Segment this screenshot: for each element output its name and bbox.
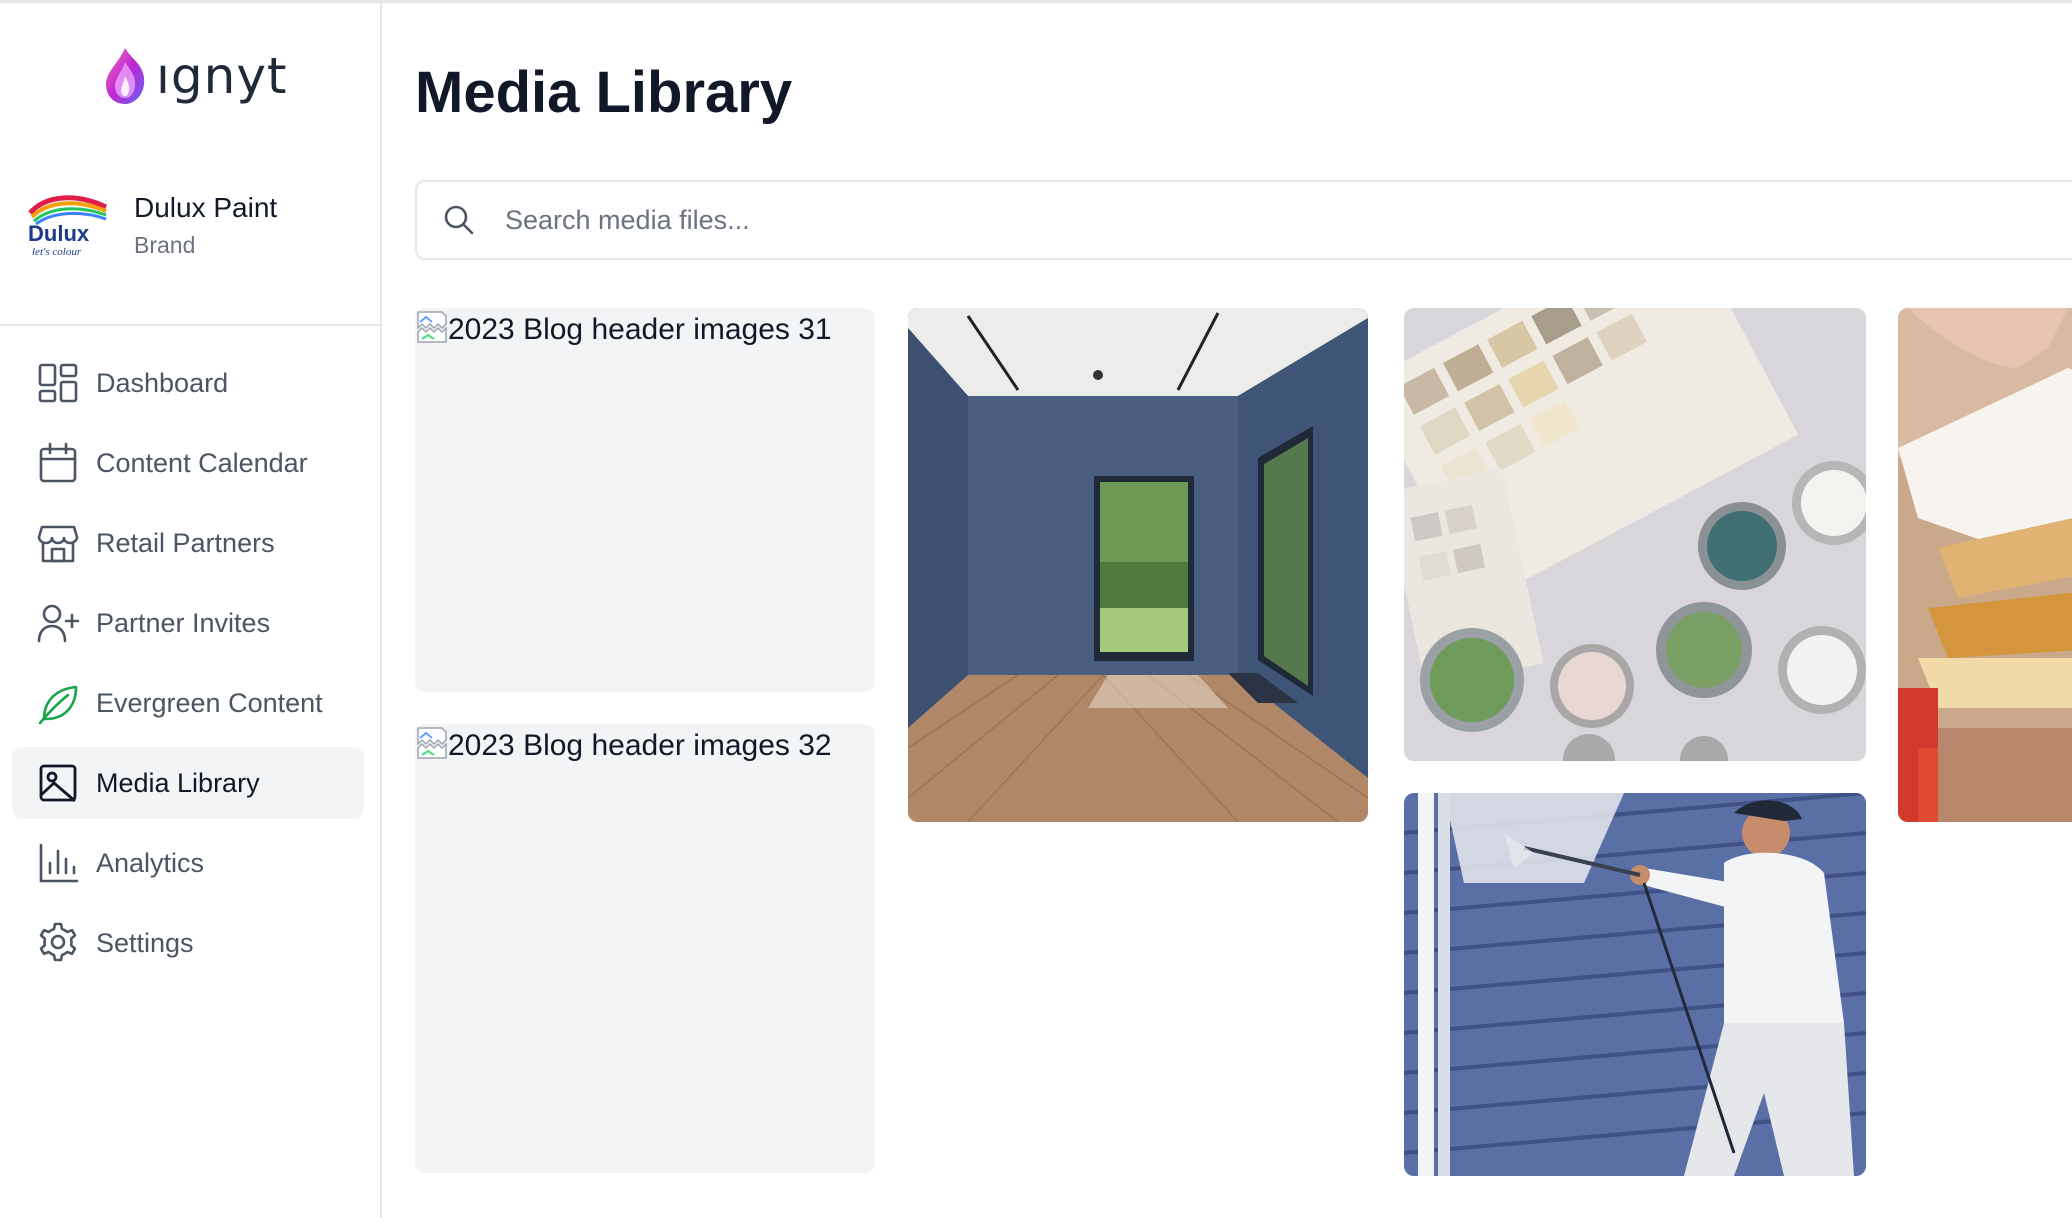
app-logo-text: ıgnyt (156, 47, 288, 105)
sidebar-item-label: Media Library (96, 767, 260, 798)
painter-photo (1404, 793, 1866, 1176)
sidebar-item-label: Settings (96, 927, 194, 958)
sidebar-item-content-calendar[interactable]: Content Calendar (12, 427, 364, 499)
svg-text:Dulux: Dulux (28, 221, 90, 246)
image-icon (36, 761, 80, 805)
sidebar-item-media-library[interactable]: Media Library (12, 747, 364, 819)
media-item[interactable] (1404, 308, 1866, 761)
calendar-icon (36, 441, 80, 485)
image-alt-text: 2023 Blog header images 32 (448, 729, 832, 762)
media-item[interactable]: 2023 Blog header images 32 (415, 724, 875, 1173)
dulux-logo-icon: Dulux let's colour (28, 195, 108, 258)
search-bar[interactable] (415, 180, 2072, 260)
sidebar-item-partner-invites[interactable]: Partner Invites (12, 587, 364, 659)
leaf-icon (36, 681, 80, 725)
search-icon (444, 205, 474, 235)
paint-swatches-photo (1404, 308, 1866, 761)
media-item[interactable] (908, 308, 1368, 822)
dashboard-icon (36, 361, 80, 405)
page-title: Media Library (415, 60, 793, 125)
main-content: Media Library 2023 Blog header images 31… (383, 3, 2072, 1218)
sidebar-item-label: Analytics (96, 847, 205, 878)
image-alt-text: 2023 Blog header images 31 (448, 313, 832, 346)
app-logo[interactable]: ıgnyt (98, 43, 288, 109)
sidebar-item-label: Dashboard (96, 367, 229, 398)
broken-image-icon (417, 311, 447, 343)
sidebar-item-label: Content Calendar (96, 447, 308, 478)
sidebar-item-dashboard[interactable]: Dashboard (12, 347, 364, 419)
sidebar-item-retail-partners[interactable]: Retail Partners (12, 507, 364, 579)
brand-logo: Dulux let's colour (26, 183, 110, 267)
sidebar-item-label: Retail Partners (96, 527, 275, 558)
media-item[interactable] (1898, 308, 2072, 822)
media-item[interactable]: 2023 Blog header images 31 (415, 308, 875, 692)
search-input[interactable] (505, 204, 2005, 236)
brand-name: Dulux Paint (134, 191, 278, 223)
sidebar: ıgnyt Dulux let's colour Dulux Paint Bra… (0, 3, 382, 1218)
room-photo (908, 308, 1368, 822)
store-icon (36, 521, 80, 565)
fan-deck-photo (1898, 308, 2072, 822)
sidebar-item-analytics[interactable]: Analytics (12, 827, 364, 899)
brand-switcher[interactable]: Dulux let's colour Dulux Paint Brand (26, 183, 277, 267)
sidebar-nav: Dashboard Content Calendar Retail Partne… (12, 347, 364, 987)
brand-type: Brand (134, 231, 196, 258)
flame-logo-icon (106, 48, 145, 104)
sidebar-item-label: Evergreen Content (96, 687, 323, 718)
media-item[interactable] (1404, 793, 1866, 1176)
bar-chart-icon (36, 841, 80, 885)
sidebar-item-evergreen-content[interactable]: Evergreen Content (12, 667, 364, 739)
sidebar-item-settings[interactable]: Settings (12, 907, 364, 979)
user-plus-icon (36, 601, 80, 645)
gear-icon (36, 921, 80, 965)
broken-image-icon (417, 727, 447, 759)
sidebar-item-label: Partner Invites (96, 607, 271, 638)
sidebar-divider (0, 324, 380, 326)
svg-text:let's colour: let's colour (32, 246, 82, 258)
